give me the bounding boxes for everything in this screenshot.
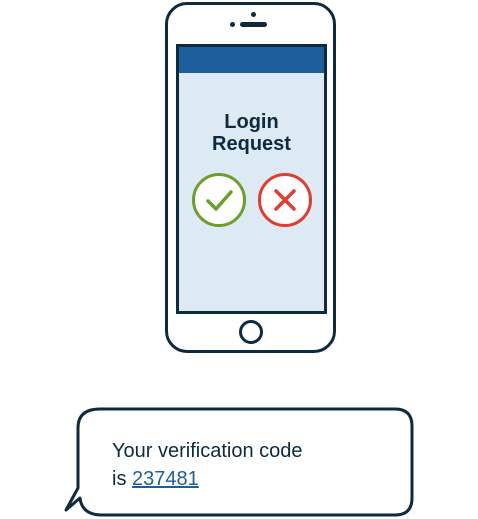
message-line1: Your verification code <box>112 440 303 462</box>
login-title-line1: Login <box>224 111 279 133</box>
phone-illustration: Login Request <box>165 2 336 353</box>
verification-code-link[interactable]: 237481 <box>132 468 199 490</box>
screen-header-bar <box>179 47 324 73</box>
check-icon <box>206 190 233 211</box>
deny-button[interactable] <box>258 173 312 227</box>
front-camera <box>230 22 235 27</box>
verification-message: Your verification code is 237481 <box>112 437 303 493</box>
sensor-dot <box>251 12 256 17</box>
message-line2: is 237481 <box>112 465 303 493</box>
approve-button[interactable] <box>192 173 246 227</box>
login-title-line2: Request <box>212 133 291 155</box>
login-request-title: Login Request <box>179 111 324 155</box>
x-icon <box>274 189 296 211</box>
home-button[interactable] <box>239 320 263 344</box>
phone-screen: Login Request <box>176 44 327 314</box>
message-line2-prefix: is <box>112 468 132 490</box>
speaker-grille <box>240 22 267 27</box>
